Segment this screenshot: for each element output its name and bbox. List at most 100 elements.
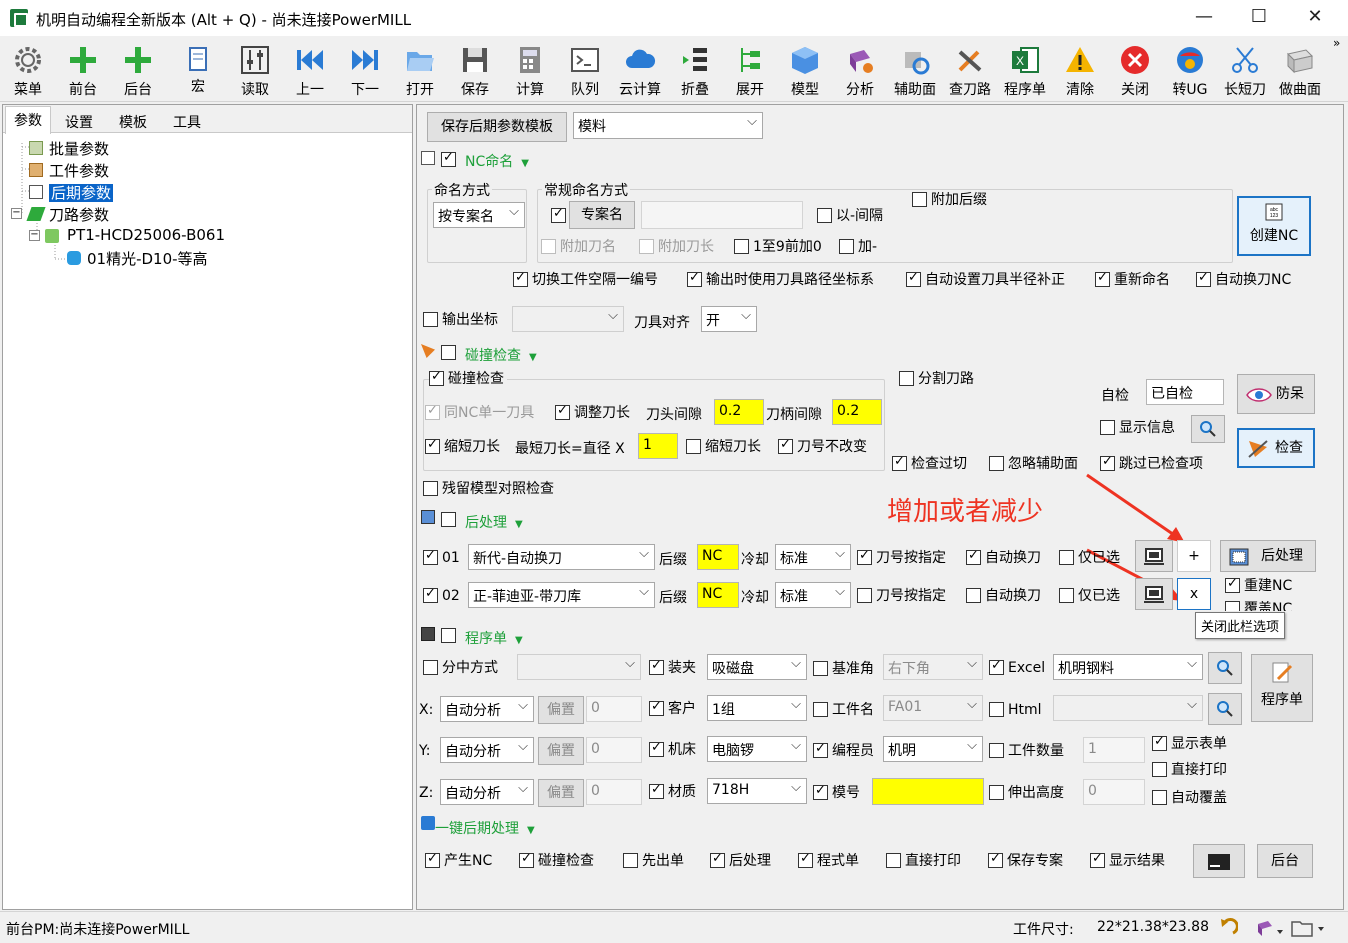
collision-check-checkbox[interactable]: 碰撞检查	[429, 369, 507, 387]
collapse-toggle-icon[interactable]: −	[11, 208, 22, 219]
post-row-1-edit-button[interactable]	[1135, 540, 1173, 572]
post-row-2-processor-select[interactable]: 正-菲迪亚-带刀库	[468, 582, 655, 608]
project-name-field[interactable]	[641, 201, 803, 229]
tab-params[interactable]: 参数	[5, 106, 51, 134]
z-offset-field[interactable]: 0	[586, 779, 642, 805]
x-offset-button[interactable]: 偏置	[538, 696, 584, 724]
y-offset-button[interactable]: 偏置	[538, 737, 584, 765]
post-row-2-edit-button[interactable]	[1135, 578, 1173, 610]
excel-select[interactable]: 机明钢料	[1053, 654, 1203, 680]
auto-radius-comp-checkbox[interactable]: 自动设置刀具半径补正	[906, 270, 1065, 288]
onekey-show-result-checkbox[interactable]: 显示结果	[1090, 851, 1165, 869]
z-axis-mode-select[interactable]: 自动分析	[440, 779, 534, 805]
material-select[interactable]: 718H	[707, 778, 807, 804]
tree-item-operation[interactable]: 01精光-D10-等高	[67, 248, 208, 269]
add-suffix-checkbox[interactable]: 附加后缀	[912, 192, 987, 208]
toolbar-queue-button[interactable]: 队列	[560, 42, 610, 100]
toolbar-cloud-button[interactable]: 云计算	[615, 42, 665, 100]
x-axis-mode-select[interactable]: 自动分析	[440, 696, 534, 722]
remove-post-row-button[interactable]: x	[1177, 578, 1211, 610]
toolbar-menu-button[interactable]: 菜单	[3, 42, 53, 100]
auto-tool-change-nc-checkbox[interactable]: 自动换刀NC	[1196, 270, 1291, 288]
tree-item-toolpath[interactable]: − 刀路参数	[11, 204, 109, 225]
collision-section-title[interactable]: 碰撞检查 ▼	[465, 345, 537, 365]
keep-tool-number-checkbox[interactable]: 刀号不改变	[778, 437, 867, 455]
toolbar-open-button[interactable]: 打开	[395, 42, 445, 100]
excel-search-button[interactable]	[1208, 652, 1242, 684]
split-mode-checkbox[interactable]: 分中方式	[423, 660, 498, 676]
programmer-select[interactable]: 机明	[883, 736, 983, 762]
html-checkbox[interactable]: Html	[989, 702, 1042, 718]
min-length-field[interactable]: 1	[638, 433, 678, 459]
post-row-1-processor-select[interactable]: 新代-自动换刀	[468, 544, 655, 570]
toolbar-calc-button[interactable]: 计算	[505, 42, 555, 100]
add-post-row-button[interactable]: +	[1177, 540, 1211, 572]
onekey-collision-checkbox[interactable]: 碰撞检查	[519, 851, 594, 869]
direct-print-checkbox[interactable]: 直接打印	[1152, 762, 1227, 778]
create-nc-button[interactable]: abc 123 创建NC	[1237, 196, 1311, 256]
toolbar-expand-button[interactable]: 展开	[725, 42, 775, 100]
post-row-1-checkbox[interactable]: 01	[423, 548, 460, 566]
onekey-run-button[interactable]	[1193, 844, 1245, 878]
onekey-first-sheet-checkbox[interactable]: 先出单	[623, 853, 684, 869]
toolbar-make-surface-button[interactable]: 做曲面	[1275, 42, 1325, 100]
onekey-gen-nc-checkbox[interactable]: 产生NC	[425, 851, 492, 869]
post-process-button[interactable]: 后处理	[1220, 540, 1316, 572]
html-search-button[interactable]	[1208, 693, 1242, 725]
onekey-program-checkbox[interactable]: 程式单	[798, 851, 859, 869]
head-gap-field[interactable]: 0.2	[714, 399, 764, 425]
rebuild-nc-checkbox[interactable]: 重建NC	[1225, 576, 1292, 594]
post-row-1-auto-change-checkbox[interactable]: 自动换刀	[966, 548, 1041, 566]
check-button[interactable]: 检查	[1237, 428, 1315, 468]
switch-workspace-checkbox[interactable]: 切换工件空隔一编号	[513, 270, 658, 288]
close-window-button[interactable]: ✕	[1292, 0, 1338, 36]
tree-item-workpiece[interactable]: 工件参数	[29, 160, 109, 181]
mold-no-field[interactable]	[872, 778, 984, 805]
tab-settings[interactable]: 设置	[57, 109, 101, 133]
toolbar-overflow-icon[interactable]: »	[1333, 36, 1340, 50]
show-info-checkbox[interactable]: 显示信息	[1100, 420, 1175, 436]
post-row-1-cool-select[interactable]: 标准	[775, 544, 851, 570]
post-row-2-checkbox[interactable]: 02	[423, 586, 460, 604]
tab-tools[interactable]: 工具	[165, 109, 209, 133]
onekey-backend-button[interactable]: 后台	[1257, 844, 1313, 878]
folder-small-icon[interactable]	[1290, 918, 1330, 938]
extend-height-field[interactable]: 0	[1083, 779, 1145, 805]
same-nc-tool-checkbox[interactable]: 同NC单一刀具	[425, 403, 534, 421]
toolbar-background-button[interactable]: 后台	[113, 42, 163, 100]
post-row-2-only-selected-checkbox[interactable]: 仅已选	[1059, 588, 1120, 604]
toolbar-foreground-button[interactable]: 前台	[58, 42, 108, 100]
template-select[interactable]: 模料	[573, 112, 763, 139]
programmer-checkbox[interactable]: 编程员	[813, 741, 874, 759]
dash-separator-checkbox[interactable]: 以-间隔	[817, 208, 883, 224]
post-row-2-cool-select[interactable]: 标准	[775, 582, 851, 608]
mold-no-checkbox[interactable]: 模号	[813, 783, 860, 801]
part-count-checkbox[interactable]: 工件数量	[989, 743, 1064, 759]
overwrite-nc-checkbox[interactable]: 覆盖NC	[1225, 601, 1292, 611]
show-sheet-checkbox[interactable]: 显示表单	[1152, 734, 1227, 752]
holder-gap-field[interactable]: 0.2	[832, 399, 882, 425]
toolbar-model-button[interactable]: 模型	[780, 42, 830, 100]
anti-dumb-button[interactable]: 防呆	[1237, 374, 1315, 414]
collapse-toggle-icon[interactable]: −	[29, 230, 40, 241]
excel-checkbox[interactable]: Excel	[989, 658, 1045, 676]
post-row-2-suffix-field[interactable]: NC	[697, 582, 739, 608]
machine-select[interactable]: 电脑锣	[707, 736, 807, 762]
rename-checkbox[interactable]: 重新命名	[1095, 270, 1170, 288]
output-coord-select[interactable]	[512, 306, 624, 332]
program-sheet-button[interactable]: 程序单	[1251, 654, 1313, 722]
add-tool-name-checkbox[interactable]: 附加刀名	[541, 239, 616, 255]
toolbar-aux-surface-button[interactable]: 辅助面	[890, 42, 940, 100]
tree-item-project[interactable]: − PT1-HCD25006-B061	[29, 226, 225, 244]
toolbar-next-button[interactable]: 下一	[340, 42, 390, 100]
customer-checkbox[interactable]: 客户	[649, 699, 696, 717]
add-dash-checkbox[interactable]: 加-	[839, 239, 877, 255]
undo-icon[interactable]	[1218, 918, 1238, 938]
program-section-title[interactable]: 程序单 ▼	[465, 628, 523, 648]
shorten-length-2-checkbox[interactable]: 缩短刀长	[686, 439, 761, 455]
toolbar-to-ug-button[interactable]: 转UG	[1165, 42, 1215, 100]
zero-pad-checkbox[interactable]: 1至9前加0	[734, 239, 822, 255]
toolbar-program-sheet-button[interactable]: X 程序单	[1000, 42, 1050, 100]
onekey-section-title[interactable]: 一键后期处理 ▼	[435, 818, 535, 838]
onekey-save-project-checkbox[interactable]: 保存专案	[988, 851, 1063, 869]
